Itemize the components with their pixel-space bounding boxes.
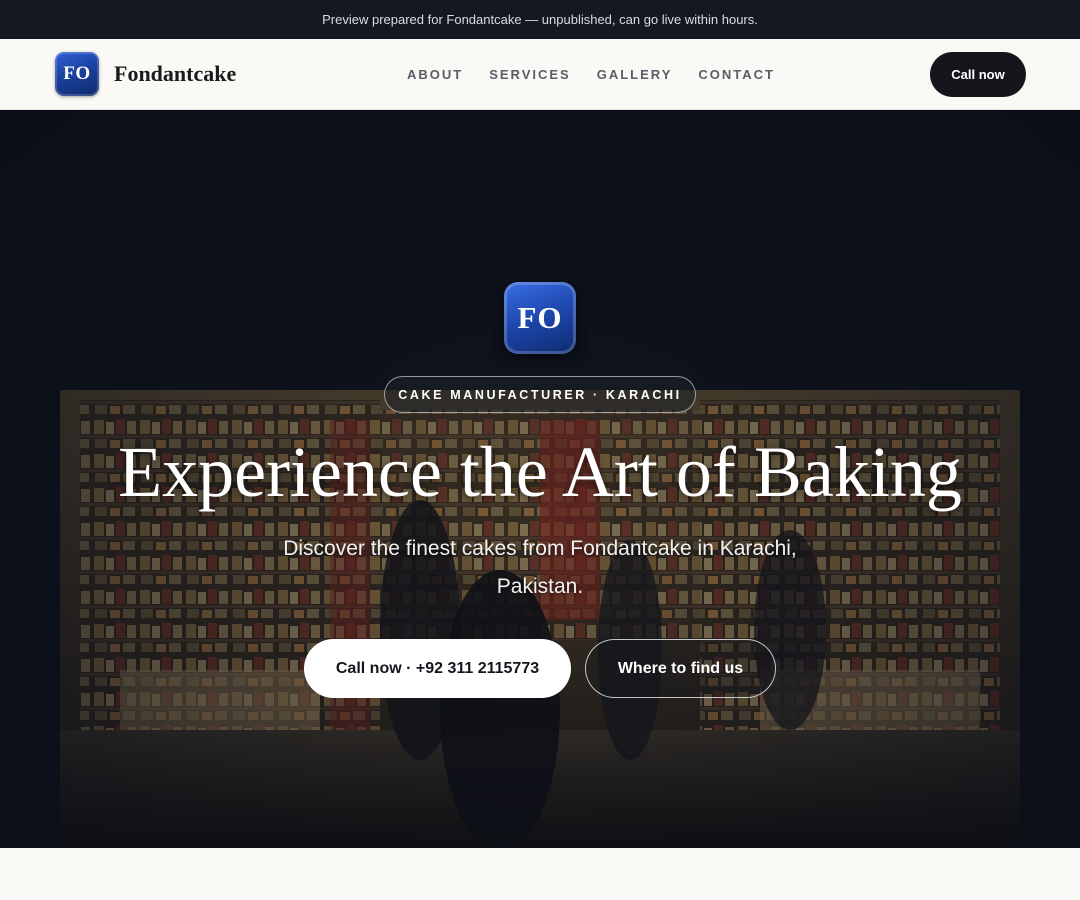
preview-banner-text: Preview prepared for Fondantcake — unpub… [322,12,758,27]
brand-name: Fondantcake [114,61,237,86]
nav-link-services[interactable]: SERVICES [489,67,571,82]
nav-link-about[interactable]: ABOUT [407,67,463,82]
hero-subtitle: Discover the finest cakes from Fondantca… [283,537,797,598]
hero-section: FO CAKE MANUFACTURER · KARACHI Experienc… [0,110,1080,848]
hero-logo-initials: FO [517,300,563,335]
hero-title: Experience the Art of Baking [118,432,962,512]
hero-logo: FO [504,282,576,354]
find-location-button[interactable]: Where to find us [585,639,776,698]
brand-home-link[interactable]: FO Fondantcake [55,52,236,96]
call-phone-button[interactable]: Call now · +92 311 2115773 [304,639,571,698]
category-badge: CAKE MANUFACTURER · KARACHI [384,376,696,413]
brand-logo-initials: FO [63,63,91,84]
nav-link-contact[interactable]: CONTACT [698,67,775,82]
main-nav: ABOUT SERVICES GALLERY CONTACT [407,39,775,109]
brand-logo: FO [55,52,99,96]
call-now-button[interactable]: Call now [930,52,1026,97]
hero-content: FO CAKE MANUFACTURER · KARACHI Experienc… [0,110,1080,848]
preview-banner: Preview prepared for Fondantcake — unpub… [0,0,1080,39]
top-navbar: FO Fondantcake ABOUT SERVICES GALLERY CO… [0,39,1080,110]
nav-link-gallery[interactable]: GALLERY [597,67,673,82]
next-section [0,848,1080,900]
